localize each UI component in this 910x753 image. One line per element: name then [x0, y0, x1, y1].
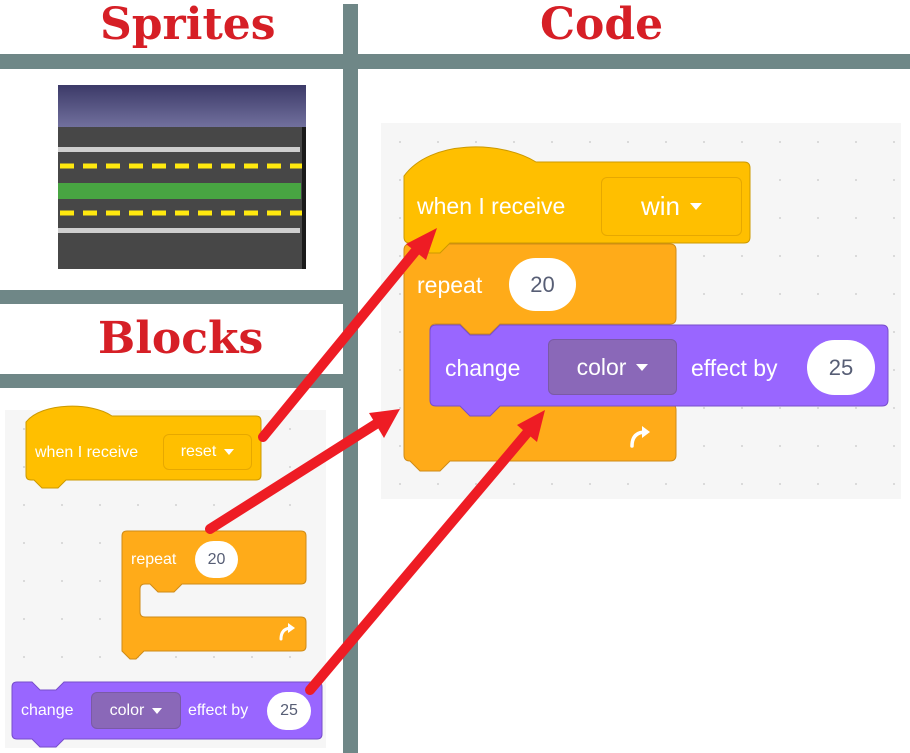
- caret-down-icon: [224, 449, 235, 455]
- top-divider: [0, 54, 910, 69]
- code-change-label: change: [445, 355, 521, 381]
- palette-effect-value: color: [109, 701, 145, 719]
- code-message-value: win: [640, 191, 680, 221]
- sprite-thumbnail[interactable]: [58, 85, 306, 269]
- blocks-divider: [0, 374, 345, 388]
- caret-down-icon: [152, 707, 163, 714]
- palette-effect-dropdown[interactable]: color: [91, 692, 181, 729]
- palette-effect-by-label: effect by: [188, 702, 249, 719]
- caret-down-icon: [690, 203, 702, 210]
- code-repeat-count-input[interactable]: 20: [509, 258, 576, 311]
- code-effect-amount-input[interactable]: 25: [807, 340, 875, 395]
- caret-down-icon: [636, 363, 649, 371]
- code-event-label: when I receive: [417, 193, 566, 219]
- code-title: Code: [540, 0, 664, 50]
- vertical-divider: [343, 4, 358, 753]
- palette-effect-amount-input[interactable]: 25: [267, 692, 311, 730]
- palette-message-dropdown[interactable]: reset: [163, 434, 252, 470]
- code-effect-value: color: [576, 353, 627, 380]
- palette-event-label: when I receive: [35, 444, 139, 461]
- code-message-dropdown[interactable]: win: [601, 177, 742, 236]
- code-repeat-label: repeat: [417, 272, 483, 298]
- sprites-title: Sprites: [100, 0, 276, 50]
- road-sprite-icon: [58, 85, 306, 269]
- sprites-divider: [0, 290, 345, 304]
- blocks-title: Blocks: [98, 313, 264, 364]
- palette-repeat-label: repeat: [131, 551, 177, 568]
- code-effect-by-label: effect by: [691, 355, 778, 381]
- palette-message-value: reset: [180, 443, 217, 460]
- palette-change-label: change: [21, 702, 74, 719]
- palette-repeat-count-input[interactable]: 20: [195, 541, 238, 578]
- code-effect-dropdown[interactable]: color: [548, 339, 677, 395]
